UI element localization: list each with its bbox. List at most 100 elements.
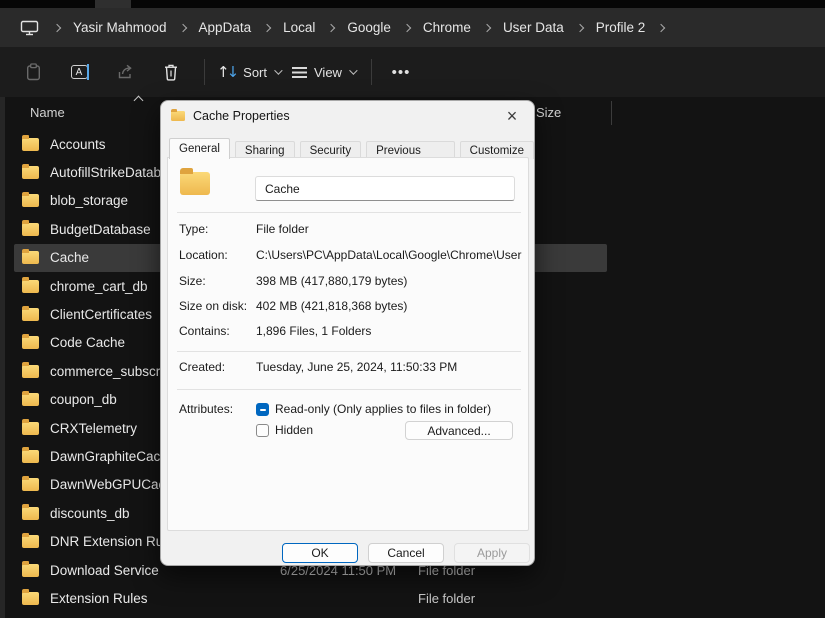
field-location: Location: C:\Users\PC\AppData\Local\Goog… (168, 245, 528, 265)
field-value: Tuesday, June 25, 2024, 11:50:33 PM (256, 360, 458, 374)
more-options-button[interactable]: ••• (384, 56, 418, 88)
chevron-right-icon[interactable] (482, 23, 492, 32)
folder-name: Cache (50, 250, 90, 266)
folder-name: BudgetDatabase (50, 221, 151, 237)
folder-icon (22, 419, 39, 435)
folder-name: Accounts (50, 136, 106, 152)
folder-icon (22, 589, 39, 605)
this-pc-icon[interactable] (20, 20, 39, 36)
field-contains: Contains: 1,896 Files, 1 Folders (168, 321, 528, 341)
file-explorer-window: Yasir Mahmood AppData Local Google Chrom… (0, 0, 825, 618)
ok-button[interactable]: OK (282, 543, 358, 563)
folder-icon (22, 248, 39, 265)
folder-icon-large (180, 168, 210, 195)
general-tab-panel: Type: File folder Location: C:\Users\PC\… (167, 157, 529, 531)
chevron-right-icon[interactable] (327, 23, 336, 32)
folder-name: CRXTelemetry (50, 420, 138, 436)
explorer-tab-edge (95, 0, 131, 8)
window-title-strip (0, 0, 825, 8)
readonly-checkbox[interactable] (256, 402, 269, 416)
sort-button[interactable]: ↑↓ Sort (217, 56, 283, 88)
sort-ascending-caret-icon (133, 95, 144, 106)
folder-icon (22, 504, 39, 520)
divider (177, 389, 521, 390)
sort-icon: ↑↓ (217, 63, 239, 81)
chevron-right-icon[interactable] (575, 23, 584, 32)
folder-icon (22, 277, 39, 293)
cache-properties-dialog: Cache Properties × General Sharing Secur… (160, 100, 535, 566)
dialog-tabs: General Sharing Security Previous Versio… (169, 138, 534, 169)
close-icon[interactable]: × (500, 104, 524, 128)
breadcrumb-item-google[interactable]: Google (347, 20, 391, 35)
field-label: Size: (179, 274, 206, 288)
folder-icon (22, 305, 39, 322)
chevron-right-icon[interactable] (657, 23, 666, 32)
chevron-right-icon[interactable] (178, 23, 187, 32)
folder-icon (22, 532, 39, 549)
view-button[interactable]: View (292, 56, 358, 88)
advanced-button[interactable]: Advanced... (405, 421, 513, 440)
chevron-down-icon (349, 66, 358, 75)
breadcrumb-item-local[interactable]: Local (283, 20, 315, 35)
column-header-size[interactable]: Size (536, 105, 561, 120)
folder-name: ClientCertificates (50, 307, 153, 323)
folder-name: blob_storage (50, 193, 129, 209)
column-header-name[interactable]: Name (30, 105, 65, 120)
folder-name: DawnGraphiteCache (50, 448, 176, 464)
hidden-checkbox[interactable] (256, 423, 269, 437)
folder-name: chrome_cart_db (50, 278, 148, 294)
breadcrumb-item-user[interactable]: Yasir Mahmood (73, 20, 167, 35)
field-value: 1,896 Files, 1 Folders (256, 324, 372, 338)
chevron-right-icon[interactable] (262, 23, 272, 32)
field-created: Created: Tuesday, June 25, 2024, 11:50:3… (168, 357, 528, 377)
chevron-down-icon (274, 66, 283, 75)
type-cell: File folder (418, 591, 476, 606)
breadcrumb-item-user-data[interactable]: User Data (503, 20, 564, 35)
hidden-label: Hidden (275, 423, 314, 437)
field-label: Contains: (179, 324, 230, 338)
folder-icon (22, 220, 39, 236)
folder-name-input[interactable] (255, 176, 515, 201)
field-label: Created: (179, 360, 226, 374)
rename-button[interactable]: A (62, 56, 96, 88)
cancel-button[interactable]: Cancel (368, 543, 444, 563)
view-icon (292, 66, 307, 78)
more-icon: ••• (391, 63, 411, 81)
folder-row-extension-rules[interactable]: Extension Rules (14, 584, 607, 612)
paste-button[interactable] (16, 56, 50, 88)
share-icon (116, 64, 134, 80)
hidden-attribute-row: Hidden (256, 420, 313, 440)
dialog-titlebar: Cache Properties (161, 101, 534, 131)
tab-general[interactable]: General (169, 138, 230, 159)
apply-button[interactable]: Apply (454, 543, 530, 563)
trash-icon (163, 63, 179, 81)
readonly-label: Read-only (Only applies to files in fold… (275, 402, 492, 416)
field-label: Size on disk: (179, 299, 248, 313)
field-value: File folder (256, 222, 309, 236)
divider (177, 351, 521, 352)
folder-icon (22, 447, 39, 463)
toolbar-divider (204, 59, 205, 85)
share-button[interactable] (108, 56, 142, 88)
breadcrumb-item-appdata[interactable]: AppData (199, 20, 252, 35)
delete-button[interactable] (154, 56, 188, 88)
breadcrumb-item-profile-2[interactable]: Profile 2 (596, 20, 646, 35)
chevron-right-icon[interactable] (402, 23, 412, 32)
breadcrumb-item-chrome[interactable]: Chrome (423, 20, 471, 35)
field-value: C:\Users\PC\AppData\Local\Google\Chrome\… (256, 248, 524, 262)
field-type: Type: File folder (168, 219, 528, 239)
field-value: 402 MB (421,818,368 bytes) (256, 299, 408, 313)
column-divider[interactable] (611, 101, 612, 125)
folder-name: Extension Rules (50, 590, 148, 606)
folder-icon (171, 109, 185, 121)
dialog-title: Cache Properties (193, 109, 290, 123)
folder-name: Download Service (50, 562, 159, 578)
folder-icon (22, 362, 39, 378)
field-size-on-disk: Size on disk: 402 MB (421,818,368 bytes) (168, 296, 528, 316)
folder-name: discounts_db (50, 505, 130, 521)
folder-icon (22, 390, 39, 407)
breadcrumb: Yasir Mahmood AppData Local Google Chrom… (0, 8, 825, 47)
field-size: Size: 398 MB (417,880,179 bytes) (168, 271, 528, 291)
folder-icon (22, 135, 39, 151)
field-value: 398 MB (417,880,179 bytes) (256, 274, 408, 288)
